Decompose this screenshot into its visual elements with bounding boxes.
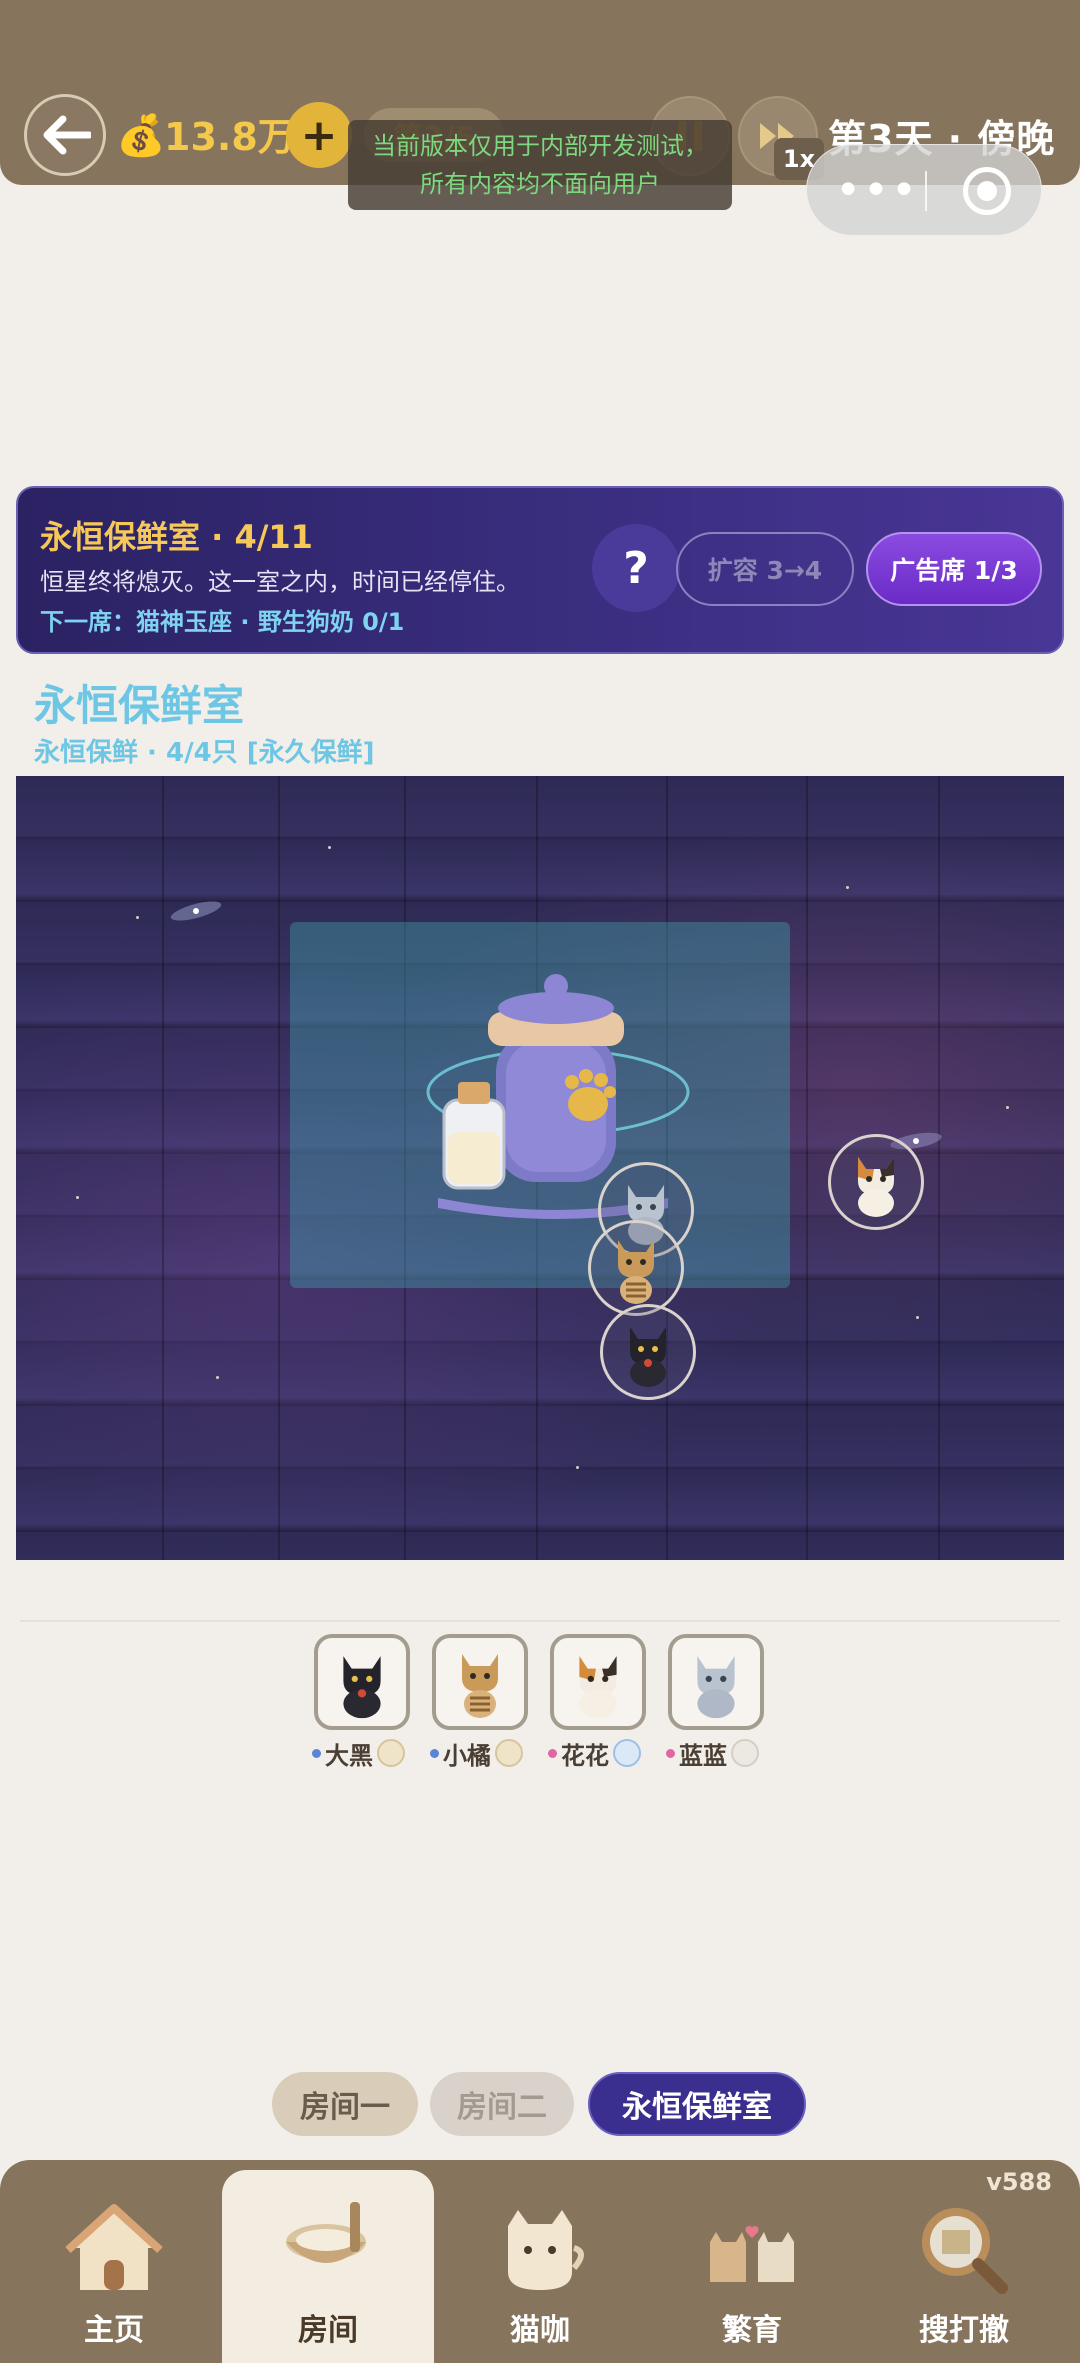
gender-dot bbox=[312, 1748, 321, 1758]
room-title: 永恒保鲜室 bbox=[34, 681, 245, 730]
nav-item-cafe[interactable]: 猫咖 bbox=[434, 2180, 646, 2363]
cat-name-row: 小橘 bbox=[430, 1738, 523, 1770]
house-icon bbox=[65, 2204, 163, 2290]
plank-seam bbox=[806, 776, 808, 1560]
cat-card-lanlan[interactable] bbox=[668, 1634, 764, 1730]
cat-name-row: 蓝蓝 bbox=[666, 1738, 759, 1770]
tabby-cat-icon bbox=[462, 1654, 498, 1718]
cat-token-xiaoju[interactable] bbox=[588, 1220, 684, 1316]
black-cat-icon bbox=[343, 1656, 381, 1719]
star-sparkle bbox=[216, 1376, 219, 1379]
black-cat-icon bbox=[630, 1327, 666, 1387]
star-sparkle bbox=[576, 1466, 579, 1469]
more-options-icon[interactable]: ••• bbox=[835, 165, 917, 216]
close-miniprogram-icon[interactable] bbox=[963, 167, 1011, 215]
cat-token-huahua[interactable] bbox=[828, 1134, 924, 1230]
nav-label: 繁育 bbox=[722, 2313, 782, 2348]
status-badge-icon bbox=[731, 1739, 759, 1767]
star-sparkle bbox=[136, 916, 139, 919]
room-scene[interactable] bbox=[16, 776, 1064, 1560]
bottom-nav: v588 主页 房间 猫咖 繁育 搜打撤 bbox=[0, 2160, 1080, 2363]
cat-name-row: 花花 bbox=[548, 1738, 641, 1770]
tab-room-2[interactable]: 房间二 bbox=[430, 2072, 574, 2136]
capsule-divider bbox=[925, 171, 927, 211]
star-sparkle bbox=[846, 886, 849, 889]
gender-dot bbox=[666, 1748, 675, 1758]
plank-seam bbox=[278, 776, 280, 1560]
money-value: 13.8万 bbox=[164, 115, 296, 159]
section-divider bbox=[20, 1620, 1060, 1622]
tabby-cat-icon bbox=[618, 1240, 654, 1304]
room-info-card: 永恒保鲜室 · 4/11 恒星终将熄灭。这一室之内，时间已经停住。 下一席：猫神… bbox=[16, 486, 1064, 654]
test-notice-line2: 所有内容均不面向用户 bbox=[420, 170, 660, 198]
star-sparkle bbox=[328, 846, 331, 849]
cat-cup-icon bbox=[508, 2210, 584, 2290]
gender-dot bbox=[548, 1748, 557, 1758]
cat-name: 蓝蓝 bbox=[679, 1741, 727, 1770]
info-card-description: 恒星终将熄灭。这一室之内，时间已经停住。 bbox=[40, 568, 520, 596]
test-notice-line1: 当前版本仅用于内部开发测试， bbox=[372, 132, 708, 160]
cat-card-dahei[interactable] bbox=[314, 1634, 410, 1730]
calico-cat-icon bbox=[858, 1157, 894, 1217]
nav-label: 猫咖 bbox=[510, 2313, 570, 2348]
ad-seat-button[interactable]: 广告席 1/3 bbox=[866, 532, 1042, 606]
nav-item-search[interactable]: 搜打撤 bbox=[858, 2180, 1070, 2363]
grey-cat-icon bbox=[697, 1656, 735, 1719]
magnifier-map-icon bbox=[922, 2208, 1008, 2294]
breeding-cats-icon bbox=[710, 2226, 794, 2282]
nav-label: 房间 bbox=[298, 2313, 358, 2348]
star-sparkle bbox=[916, 1316, 919, 1319]
nav-item-home[interactable]: 主页 bbox=[8, 2180, 220, 2363]
money-bag-icon: 💰 bbox=[116, 113, 166, 159]
status-badge-icon bbox=[377, 1739, 405, 1767]
back-button[interactable] bbox=[24, 94, 106, 176]
cat-card-xiaoju[interactable] bbox=[432, 1634, 528, 1730]
status-badge-icon bbox=[613, 1739, 641, 1767]
cat-name-row: 大黑 bbox=[312, 1738, 405, 1770]
cat-token-dahei[interactable] bbox=[600, 1304, 696, 1400]
plus-icon: + bbox=[300, 109, 338, 161]
plank-seam bbox=[162, 776, 164, 1560]
cat-name: 花花 bbox=[561, 1741, 609, 1770]
status-badge-icon bbox=[495, 1739, 523, 1767]
miniprogram-capsule: ••• bbox=[806, 144, 1042, 236]
tab-room-1[interactable]: 房间一 bbox=[272, 2072, 418, 2136]
add-money-button[interactable]: + bbox=[286, 102, 352, 168]
calico-cat-icon bbox=[579, 1656, 617, 1719]
next-seat-label: 下一席：猫神玉座 · 野生狗奶 0/1 bbox=[40, 608, 405, 636]
nav-label: 主页 bbox=[84, 2313, 144, 2348]
expand-capacity-button[interactable]: 扩容 3→4 bbox=[676, 532, 854, 606]
galaxy-icon bbox=[170, 901, 222, 921]
star-sparkle bbox=[76, 1196, 79, 1199]
test-notice: 当前版本仅用于内部开发测试， 所有内容均不面向用户 bbox=[348, 120, 732, 210]
info-card-title: 永恒保鲜室 · 4/11 bbox=[40, 518, 313, 556]
nav-label: 搜打撤 bbox=[919, 2313, 1009, 2348]
cat-name: 大黑 bbox=[325, 1741, 373, 1770]
arrow-left-icon bbox=[43, 115, 91, 155]
bowl-icon bbox=[286, 2202, 366, 2263]
nav-item-breeding[interactable]: 繁育 bbox=[646, 2180, 858, 2363]
cat-card-huahua[interactable] bbox=[550, 1634, 646, 1730]
help-button[interactable]: ? bbox=[592, 524, 680, 612]
room-subtitle: 永恒保鲜 · 4/4只 [永久保鲜] bbox=[34, 738, 375, 768]
star-sparkle bbox=[1006, 1106, 1009, 1109]
plank-seam bbox=[938, 776, 940, 1560]
gender-dot bbox=[430, 1748, 439, 1758]
cat-name: 小橘 bbox=[443, 1741, 491, 1770]
tab-eternal-room[interactable]: 永恒保鲜室 bbox=[588, 2072, 806, 2136]
nav-item-room[interactable]: 房间 bbox=[222, 2170, 434, 2363]
